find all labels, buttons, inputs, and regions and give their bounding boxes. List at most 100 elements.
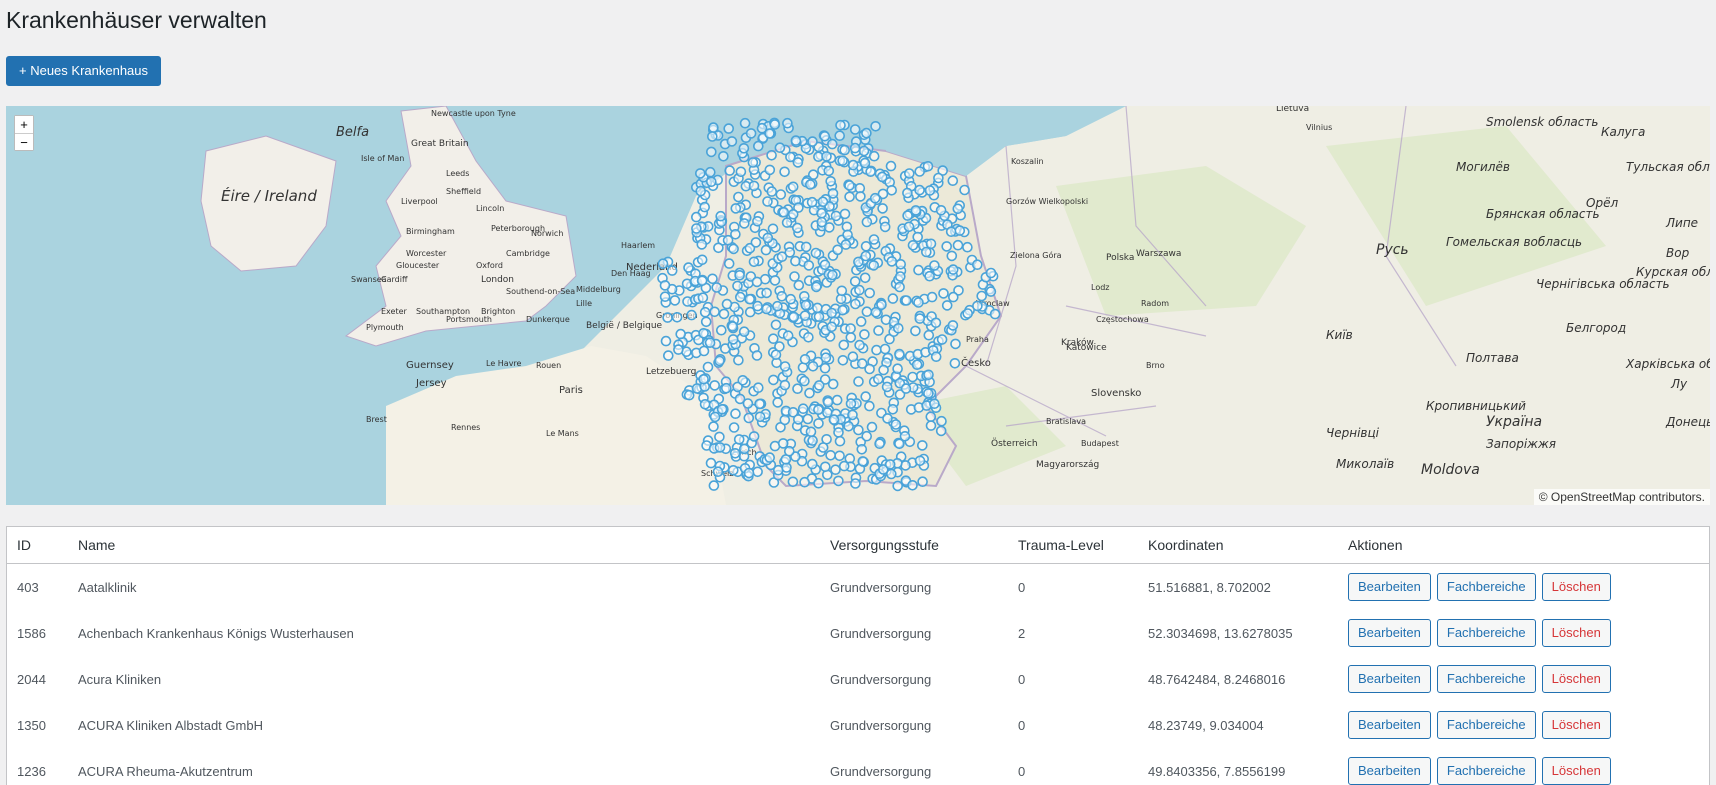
hospital-marker[interactable] (826, 321, 838, 333)
hospital-marker[interactable] (930, 317, 942, 329)
hospital-marker[interactable] (694, 168, 706, 179)
hospital-marker[interactable] (724, 165, 736, 176)
hospital-marker[interactable] (884, 459, 896, 470)
hospital-marker[interactable] (847, 351, 859, 362)
hospital-marker[interactable] (754, 411, 766, 423)
hospital-marker[interactable] (734, 291, 746, 303)
hospital-marker[interactable] (723, 123, 735, 134)
hospital-marker[interactable] (907, 371, 918, 383)
hospital-marker[interactable] (916, 440, 928, 451)
hospital-marker[interactable] (790, 135, 802, 146)
hospital-marker[interactable] (813, 477, 824, 489)
hospital-marker[interactable] (827, 188, 839, 199)
hospital-marker[interactable] (779, 166, 790, 178)
hospital-marker[interactable] (854, 284, 865, 296)
hospital-marker[interactable] (799, 310, 811, 321)
hospital-marker[interactable] (752, 466, 763, 478)
hospital-marker[interactable] (779, 379, 791, 391)
hospital-marker[interactable] (696, 254, 708, 266)
hospital-marker[interactable] (861, 430, 873, 442)
hospital-marker[interactable] (887, 403, 899, 415)
hospital-marker[interactable] (761, 303, 772, 315)
hospital-marker[interactable] (877, 203, 888, 214)
hospital-marker[interactable] (748, 431, 760, 442)
hospital-marker[interactable] (711, 282, 723, 293)
hospital-marker[interactable] (864, 400, 875, 412)
hospital-marker[interactable] (769, 119, 781, 130)
hospital-marker[interactable] (816, 207, 827, 219)
hospital-marker[interactable] (716, 403, 728, 415)
hospital-marker[interactable] (901, 295, 912, 306)
hospital-marker[interactable] (705, 176, 717, 188)
hospital-marker[interactable] (947, 264, 959, 275)
hospital-marker[interactable] (792, 383, 803, 395)
hospital-marker[interactable] (775, 189, 787, 200)
hospital-marker[interactable] (774, 341, 785, 352)
hospital-marker[interactable] (962, 308, 974, 319)
hospital-marker[interactable] (761, 287, 772, 299)
hospital-marker[interactable] (699, 201, 711, 213)
hospital-marker[interactable] (803, 332, 814, 343)
hospital-marker[interactable] (699, 306, 711, 318)
hospital-marker[interactable] (834, 450, 845, 462)
hospital-marker[interactable] (825, 449, 836, 461)
hospital-marker[interactable] (705, 457, 717, 469)
hospital-marker[interactable] (962, 241, 973, 253)
hospital-marker[interactable] (793, 279, 805, 291)
hospital-marker[interactable] (935, 425, 947, 437)
hospital-marker[interactable] (671, 312, 683, 323)
hospital-marker[interactable] (924, 185, 936, 196)
hospital-marker[interactable] (847, 409, 858, 421)
hospital-marker[interactable] (839, 144, 851, 156)
hospital-marker[interactable] (907, 240, 919, 251)
hospital-marker[interactable] (798, 291, 810, 302)
hospital-marker[interactable] (861, 306, 873, 317)
hospital-marker[interactable] (819, 259, 831, 271)
hospital-marker[interactable] (914, 313, 926, 324)
hospital-marker[interactable] (838, 339, 850, 351)
hospital-marker[interactable] (826, 138, 838, 150)
hospital-marker[interactable] (787, 181, 799, 193)
hospital-marker[interactable] (660, 335, 672, 347)
hospital-marker[interactable] (768, 374, 779, 386)
hospital-marker[interactable] (855, 316, 867, 327)
hospital-marker[interactable] (764, 164, 776, 176)
hospital-marker[interactable] (699, 398, 711, 410)
hospital-marker[interactable] (858, 145, 870, 157)
hospital-marker[interactable] (892, 323, 904, 334)
hospital-marker[interactable] (810, 247, 822, 259)
hospital-marker[interactable] (714, 442, 726, 453)
hospital-marker[interactable] (791, 222, 803, 234)
hospital-marker[interactable] (837, 355, 849, 366)
hospital-marker[interactable] (813, 404, 824, 416)
hospital-marker[interactable] (914, 455, 926, 467)
delete-button[interactable]: Löschen (1541, 757, 1611, 785)
hospital-marker[interactable] (733, 434, 745, 445)
hospital-marker[interactable] (738, 443, 750, 455)
hospital-marker[interactable] (721, 298, 733, 310)
hospital-marker[interactable] (782, 117, 793, 129)
hospital-marker[interactable] (839, 208, 851, 220)
hospital-marker[interactable] (933, 172, 944, 184)
hospital-marker[interactable] (833, 427, 844, 438)
hospital-marker[interactable] (835, 119, 846, 131)
hospital-marker[interactable] (864, 287, 876, 299)
hospital-marker[interactable] (812, 302, 823, 314)
hospital-marker[interactable] (819, 130, 831, 142)
hospital-marker[interactable] (825, 176, 837, 187)
hospital-marker[interactable] (828, 414, 840, 425)
hospital-marker[interactable] (697, 292, 709, 303)
hospital-marker[interactable] (900, 383, 912, 394)
edit-button[interactable]: Bearbeiten (1348, 573, 1431, 601)
hospital-marker[interactable] (822, 396, 834, 408)
hospital-marker[interactable] (707, 273, 718, 285)
hospital-marker[interactable] (772, 397, 784, 408)
hospital-marker[interactable] (713, 242, 724, 254)
hospital-marker[interactable] (778, 206, 790, 218)
hospital-marker[interactable] (733, 354, 744, 366)
hospital-marker[interactable] (885, 468, 897, 480)
hospital-marker[interactable] (823, 165, 835, 177)
hospital-marker[interactable] (799, 354, 811, 365)
hospital-marker[interactable] (752, 382, 764, 394)
hospital-marker[interactable] (704, 337, 716, 348)
